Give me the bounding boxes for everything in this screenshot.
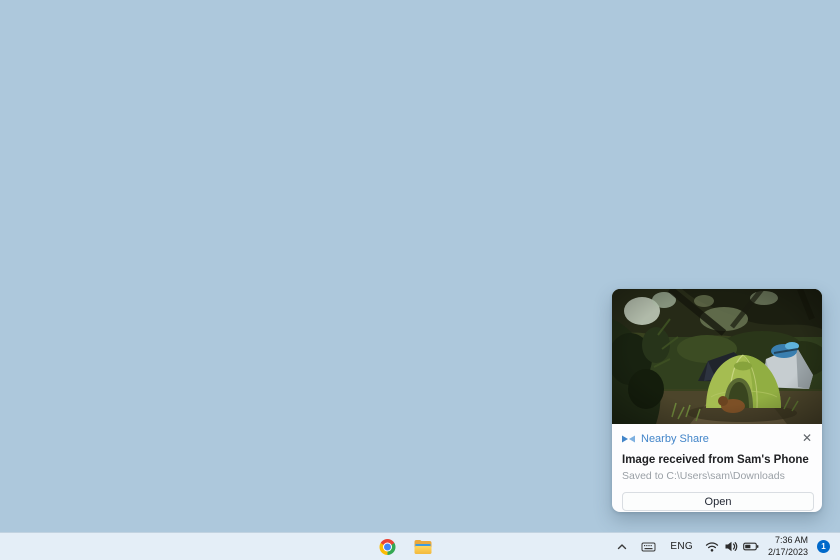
toast-subtitle: Saved to C:\Users\sam\Downloads (622, 470, 814, 482)
toast-header: Nearby Share (622, 432, 814, 445)
volume-icon (724, 540, 738, 553)
toast-title: Image received from Sam's Phone (622, 454, 814, 466)
clock[interactable]: 7:36 AM 2/17/2023 (768, 535, 808, 558)
chrome-taskbar-button[interactable] (376, 535, 400, 559)
taskbar: ENG 7:36 AM (0, 532, 840, 560)
toast-app-name: Nearby Share (641, 433, 709, 445)
language-indicator[interactable]: ENG (667, 541, 696, 552)
nearby-share-toast: Nearby Share ✕ Image received from Sam's… (612, 289, 822, 512)
clock-date: 2/17/2023 (768, 547, 808, 558)
shared-image-preview[interactable] (612, 289, 822, 424)
battery-icon (743, 540, 759, 553)
campsite-photo (612, 289, 822, 424)
system-tray: ENG 7:36 AM (614, 533, 830, 560)
open-button[interactable]: Open (622, 492, 814, 511)
notification-badge[interactable]: 1 (817, 540, 830, 553)
toast-body: Nearby Share ✕ Image received from Sam's… (612, 424, 822, 512)
file-explorer-icon (414, 540, 431, 554)
close-icon[interactable]: ✕ (800, 430, 814, 446)
wifi-icon (705, 540, 719, 553)
chevron-up-icon (616, 541, 628, 553)
touch-keyboard-icon (641, 540, 656, 553)
taskbar-pinned-apps (376, 533, 435, 560)
quick-settings-button[interactable] (705, 540, 759, 553)
touch-keyboard-button[interactable] (639, 538, 658, 555)
show-hidden-icons-button[interactable] (614, 539, 630, 555)
nearby-share-icon (622, 433, 635, 445)
clock-time: 7:36 AM (768, 535, 808, 546)
file-explorer-taskbar-button[interactable] (411, 535, 435, 559)
chrome-icon (380, 539, 396, 555)
